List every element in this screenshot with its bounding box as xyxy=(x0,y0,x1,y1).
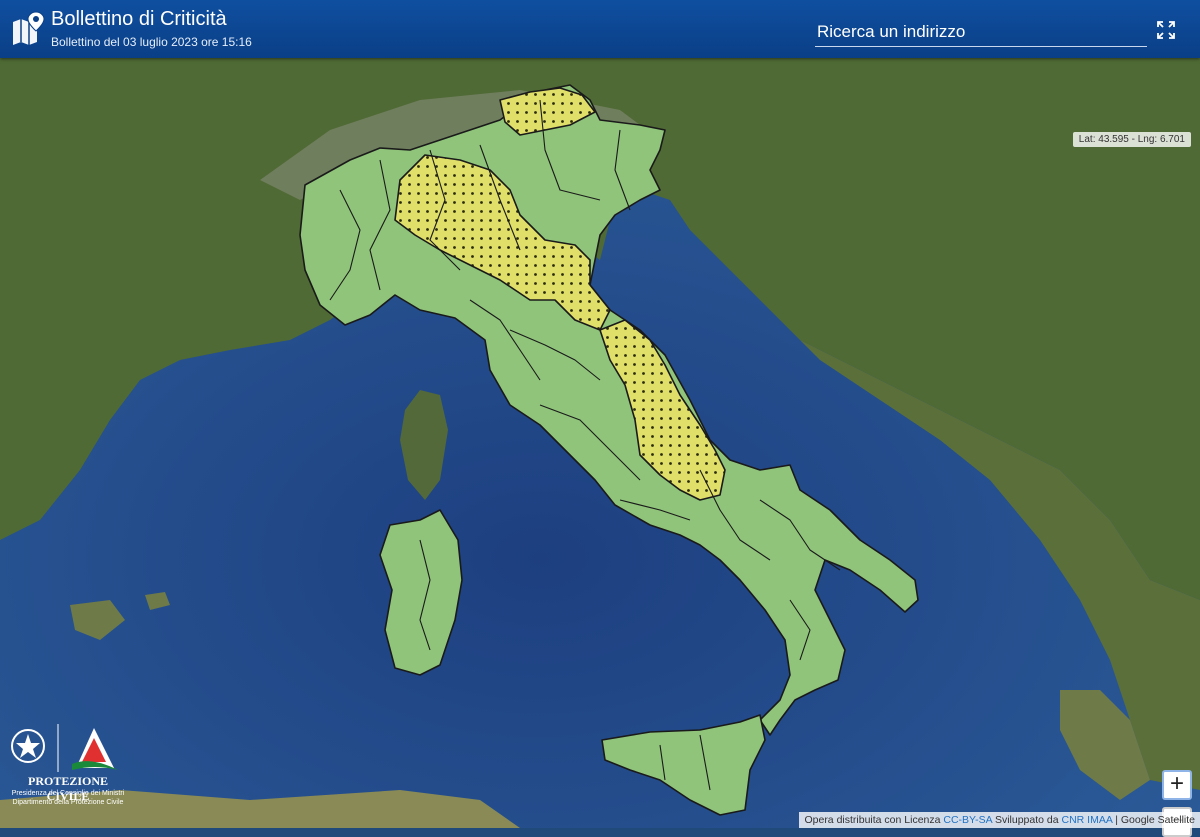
map-icon xyxy=(13,11,45,45)
map-attribution: Opera distribuita con Licenza CC-BY-SA S… xyxy=(799,812,1200,828)
logo-line-2: Dipartimento della Protezione Civile xyxy=(12,799,124,806)
republic-emblem-icon xyxy=(11,729,45,763)
developer-link[interactable]: CNR IMAA xyxy=(1062,814,1113,826)
map-canvas[interactable] xyxy=(0,58,1200,828)
zoom-in-button[interactable]: + xyxy=(1162,770,1192,800)
search-input[interactable] xyxy=(815,20,1151,44)
fullscreen-icon[interactable] xyxy=(1156,20,1176,40)
logo-line-1: Presidenza del Consiglio dei Ministri xyxy=(11,790,125,797)
app-header: Bollettino di Criticità Bollettino del 0… xyxy=(0,0,1200,58)
map-view[interactable]: Lat: 43.595 - Lng: 6.701 + − xyxy=(0,58,1200,837)
attribution-separator: | xyxy=(1115,814,1118,826)
protezione-civile-logo: PROTEZIONE CIVILE Presidenza del Consigl… xyxy=(6,722,126,822)
search-box xyxy=(815,20,1151,47)
bulletin-date: Bollettino del 03 luglio 2023 ore 15:16 xyxy=(51,35,252,49)
logo-icons xyxy=(11,724,118,772)
attribution-text-2: Sviluppato da xyxy=(994,814,1059,826)
tile-provider: Google Satellite xyxy=(1120,814,1195,826)
license-link[interactable]: CC-BY-SA xyxy=(943,814,992,826)
cursor-coordinates: Lat: 43.595 - Lng: 6.701 xyxy=(1072,132,1191,147)
page-title: Bollettino di Criticità xyxy=(51,8,227,30)
attribution-text-1: Opera distribuita con Licenza xyxy=(804,814,941,826)
civil-protection-logo-icon xyxy=(72,728,118,770)
